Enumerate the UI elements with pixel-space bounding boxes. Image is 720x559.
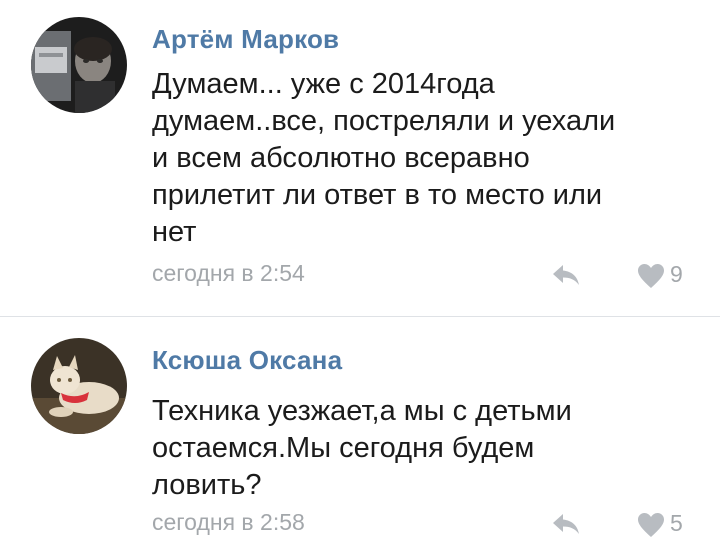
comment-text: Думаем... уже с 2014года думаем..все, по…: [152, 66, 692, 251]
comment-text-line: Думаем... уже с 2014года: [152, 68, 495, 100]
comment-text-line: и всем абсолютно всеравно: [152, 142, 530, 174]
user-photo-cat-icon: [31, 338, 127, 434]
reply-icon[interactable]: [550, 262, 582, 288]
like-count: 9: [670, 261, 683, 287]
avatar[interactable]: [31, 338, 127, 434]
comment-item: Артём Марков Думаем... уже с 2014года ду…: [0, 0, 720, 317]
comment-text-line: думаем..все, постреляли и уехали: [152, 105, 616, 137]
user-photo-man-icon: [31, 17, 127, 113]
comment-item: Ксюша Оксана Техника уезжает,а мы с деть…: [0, 317, 720, 559]
comment-meta: сегодня в 2:54 9: [0, 258, 720, 292]
comment-author[interactable]: Ксюша Оксана: [152, 345, 342, 376]
comment-text-line: Техника уезжает,а мы с детьми: [152, 395, 572, 427]
comment-timestamp: сегодня в 2:54: [152, 260, 305, 286]
avatar[interactable]: [31, 17, 127, 113]
comment-text-line: прилетит ли ответ в то место или: [152, 179, 603, 211]
like-count: 5: [670, 510, 683, 536]
heart-icon[interactable]: [637, 512, 665, 538]
comment-author[interactable]: Артём Марков: [152, 24, 339, 55]
comment-timestamp: сегодня в 2:58: [152, 509, 305, 535]
reply-icon[interactable]: [550, 511, 582, 537]
heart-icon[interactable]: [637, 263, 665, 289]
comment-text: Техника уезжает,а мы с детьми остаемся.М…: [152, 393, 692, 504]
comment-text-line: ловить?: [152, 469, 262, 501]
comment-text-line: нет: [152, 216, 197, 248]
comment-meta: сегодня в 2:58 5: [0, 507, 720, 541]
comment-text-line: остаемся.Мы сегодня будем: [152, 432, 535, 464]
